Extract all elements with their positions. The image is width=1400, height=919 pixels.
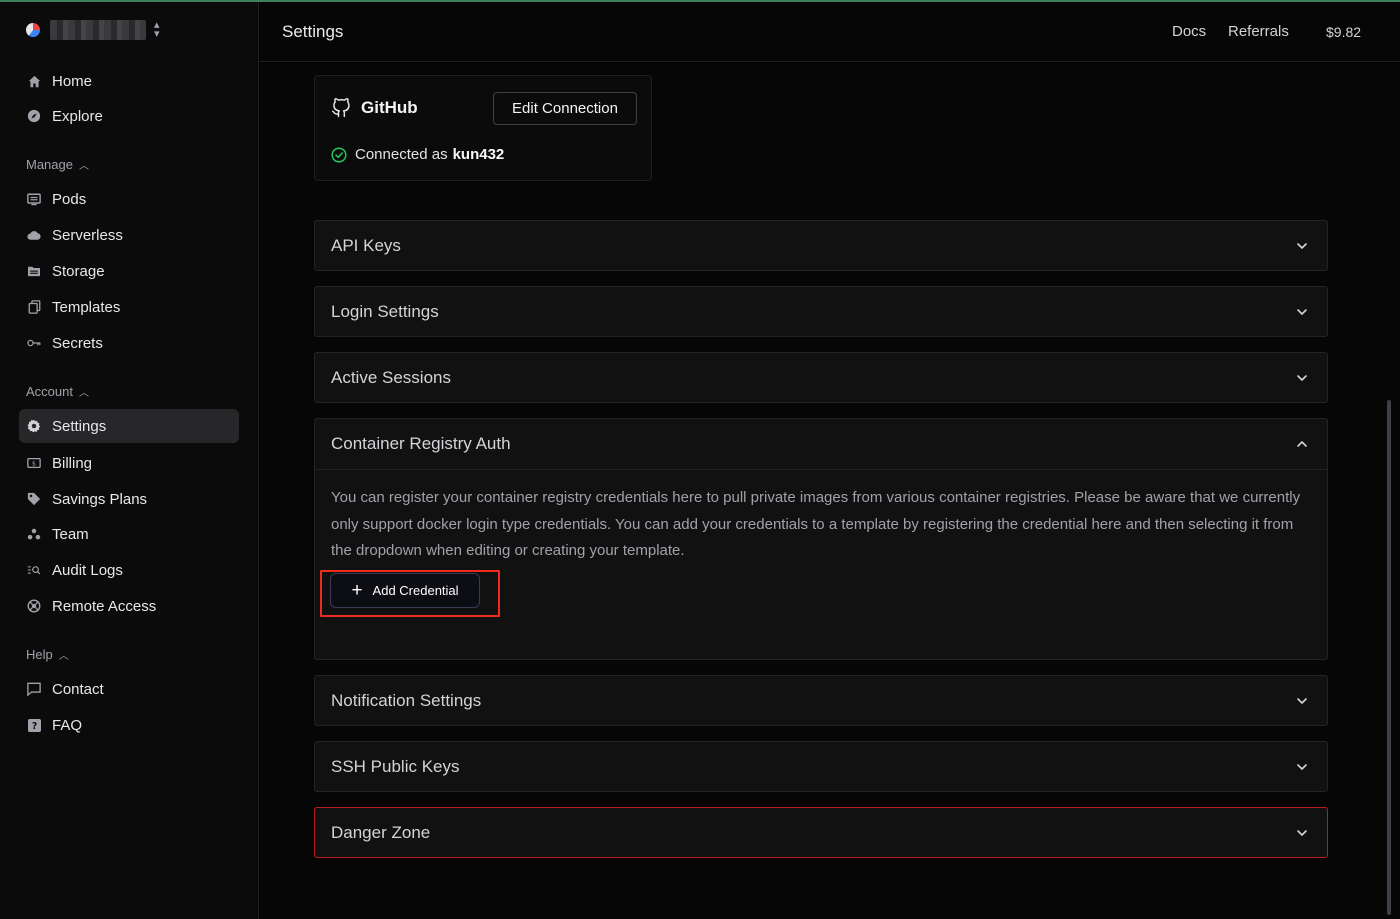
key-icon <box>27 336 41 350</box>
team-icon <box>27 527 41 541</box>
page-title: Settings <box>282 22 344 41</box>
svg-text:$: $ <box>32 460 36 468</box>
workspace-switcher[interactable]: ▴ ▾ <box>26 20 160 40</box>
chevron-down-icon <box>1297 764 1307 770</box>
sidebar-item-settings[interactable]: Settings <box>19 409 239 443</box>
github-username: kun432 <box>452 146 505 163</box>
top-header: Settings Docs Referrals $9.82 <box>260 2 1400 62</box>
sidebar-item-label: Remote Access <box>52 597 157 615</box>
chevron-down-icon <box>1297 375 1307 381</box>
section-manage[interactable]: Manage ︿ <box>26 157 89 172</box>
check-circle-icon <box>331 146 347 163</box>
github-connection-card: GitHub Edit Connection Connected as kun4… <box>314 75 652 181</box>
scrollbar-thumb[interactable] <box>1387 400 1391 915</box>
sidebar-item-label: Billing <box>52 454 93 472</box>
sidebar-item-faq[interactable]: ? FAQ <box>19 708 239 742</box>
sidebar-item-label: Contact <box>52 680 104 698</box>
accordion-title: Danger Zone <box>331 823 431 842</box>
accordion-container-registry-auth: Container Registry Auth You can register… <box>314 418 1328 660</box>
sidebar-item-team[interactable]: Team <box>19 517 239 551</box>
accordion-ssh-public-keys[interactable]: SSH Public Keys <box>314 741 1328 792</box>
github-icon <box>331 98 350 118</box>
home-icon <box>27 74 41 88</box>
github-title: GitHub <box>331 98 418 118</box>
sidebar-item-label: Explore <box>52 107 103 125</box>
sidebar-item-label: Serverless <box>52 226 123 244</box>
sidebar: ▴ ▾ Home Explore Manage ︿ Pods Serverless… <box>0 2 259 919</box>
sidebar-item-storage[interactable]: Storage <box>19 254 239 288</box>
monitor-icon <box>27 192 41 206</box>
gear-icon <box>27 419 41 433</box>
accordion-danger-zone[interactable]: Danger Zone <box>314 807 1328 858</box>
sidebar-item-contact[interactable]: Contact <box>19 672 239 706</box>
accordion-title: Active Sessions <box>331 368 451 387</box>
sidebar-item-billing[interactable]: $ Billing <box>19 446 239 480</box>
accordion-divider <box>315 469 1327 470</box>
sidebar-item-serverless[interactable]: Serverless <box>19 218 239 252</box>
sidebar-item-label: FAQ <box>52 716 83 734</box>
chevron-down-icon <box>1297 830 1307 836</box>
billing-icon: $ <box>27 456 41 470</box>
sidebar-item-label: Savings Plans <box>52 490 148 508</box>
sidebar-item-templates[interactable]: Templates <box>19 290 239 324</box>
add-credential-button[interactable]: + Add Credential <box>330 573 480 608</box>
svg-text:?: ? <box>31 721 36 732</box>
edit-connection-button[interactable]: Edit Connection <box>493 92 637 125</box>
plus-icon: + <box>351 580 363 601</box>
sidebar-item-label: Storage <box>52 262 105 280</box>
balance-display[interactable]: $9.82 <box>1326 24 1361 40</box>
chevron-down-icon <box>1297 698 1307 704</box>
chevron-up-icon: ︿ <box>78 161 89 172</box>
chevron-down-icon <box>1297 309 1307 315</box>
globe-icon <box>27 599 41 613</box>
accordion-notification-settings[interactable]: Notification Settings <box>314 675 1328 726</box>
sidebar-item-label: Templates <box>52 298 121 316</box>
section-help[interactable]: Help ︿ <box>26 647 69 662</box>
sidebar-item-remote-access[interactable]: Remote Access <box>19 589 239 623</box>
storage-icon <box>27 264 41 278</box>
referrals-link[interactable]: Referrals <box>1228 23 1289 40</box>
chat-icon <box>27 682 41 696</box>
accordion-title: API Keys <box>331 236 401 255</box>
sidebar-item-savings-plans[interactable]: Savings Plans <box>19 482 239 516</box>
accordion-api-keys[interactable]: API Keys <box>314 220 1328 271</box>
registry-description: You can register your container registry… <box>331 489 1301 559</box>
chevron-up-icon: ︿ <box>58 651 69 662</box>
chevron-up-icon: ︿ <box>78 388 89 399</box>
docs-link[interactable]: Docs <box>1172 23 1206 40</box>
chevron-up-icon[interactable] <box>1295 437 1309 451</box>
accordion-title: Notification Settings <box>331 691 482 710</box>
accordion-login-settings[interactable]: Login Settings <box>314 286 1328 337</box>
sidebar-item-secrets[interactable]: Secrets <box>19 326 239 360</box>
sidebar-item-label: Secrets <box>52 334 103 352</box>
sidebar-item-audit-logs[interactable]: Audit Logs <box>19 553 239 587</box>
github-connection-status: Connected as kun432 <box>331 146 504 163</box>
question-icon: ? <box>27 718 41 732</box>
accordion-title[interactable]: Container Registry Auth <box>331 434 511 454</box>
sidebar-item-explore[interactable]: Explore <box>19 99 239 133</box>
audit-icon <box>27 563 41 577</box>
sidebar-item-pods[interactable]: Pods <box>19 182 239 216</box>
sidebar-item-label: Pods <box>52 190 87 208</box>
chevron-updown-icon: ▴ ▾ <box>154 19 160 40</box>
template-icon <box>27 300 41 314</box>
sidebar-item-label: Settings <box>52 417 107 435</box>
sidebar-item-home[interactable]: Home <box>19 64 239 98</box>
tag-icon <box>27 492 41 506</box>
workspace-logo-icon <box>26 23 40 37</box>
cloud-icon <box>27 228 41 242</box>
sidebar-item-label: Audit Logs <box>52 561 123 579</box>
chevron-down-icon <box>1297 243 1307 249</box>
accordion-title: SSH Public Keys <box>331 757 460 776</box>
accordion-active-sessions[interactable]: Active Sessions <box>314 352 1328 403</box>
workspace-name-redacted <box>50 20 146 40</box>
compass-icon <box>27 109 41 123</box>
sidebar-item-label: Home <box>52 72 93 90</box>
sidebar-item-label: Team <box>52 525 89 543</box>
accordion-title: Login Settings <box>331 302 439 321</box>
section-account[interactable]: Account ︿ <box>26 384 89 399</box>
